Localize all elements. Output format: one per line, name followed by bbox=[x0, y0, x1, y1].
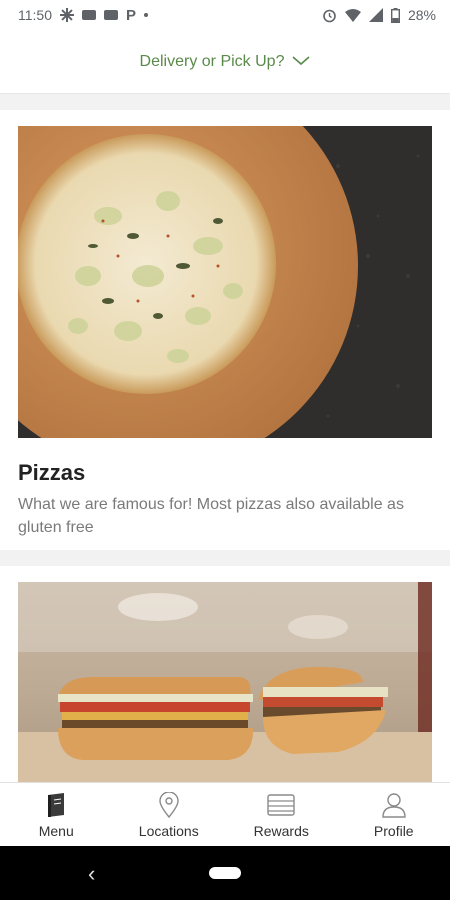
status-left: 11:50 P bbox=[18, 6, 149, 24]
pizza-image bbox=[18, 126, 432, 438]
status-bar: 11:50 P 28% bbox=[0, 0, 450, 30]
nav-item-profile[interactable]: Profile bbox=[338, 783, 450, 846]
pinwheel-notification-icon bbox=[60, 8, 74, 22]
location-pin-icon bbox=[154, 791, 184, 819]
bottom-navigation: Menu Locations Rewards Profile bbox=[0, 782, 450, 846]
wifi-icon bbox=[344, 8, 361, 22]
rewards-icon bbox=[266, 791, 296, 819]
battery-icon bbox=[390, 7, 400, 23]
parking-notification-icon: P bbox=[126, 6, 137, 24]
category-title: Pizzas bbox=[18, 460, 86, 485]
nav-label-rewards: Rewards bbox=[253, 823, 309, 839]
nav-label-locations: Locations bbox=[138, 823, 199, 839]
app-notification-icon-2 bbox=[104, 10, 118, 20]
delivery-pickup-label: Delivery or Pick Up? bbox=[139, 52, 285, 70]
status-time: 11:50 bbox=[18, 7, 52, 23]
more-notifications-dot-icon bbox=[144, 13, 149, 17]
alarm-icon bbox=[322, 8, 337, 23]
home-pill-button[interactable] bbox=[209, 867, 241, 879]
nav-label-menu: Menu bbox=[38, 823, 74, 839]
battery-percent: 28% bbox=[407, 7, 436, 23]
profile-icon bbox=[379, 791, 409, 819]
app-header: Delivery or Pick Up? bbox=[0, 30, 450, 94]
nav-item-menu[interactable]: Menu bbox=[0, 783, 113, 846]
menu-category-card-pizzas[interactable]: Pizzas What we are famous for! Most pizz… bbox=[0, 110, 450, 550]
nav-item-rewards[interactable]: Rewards bbox=[225, 783, 338, 846]
signal-icon bbox=[368, 8, 383, 22]
status-right: 28% bbox=[322, 7, 436, 23]
back-chevron-icon[interactable]: ‹ bbox=[88, 861, 95, 887]
nav-label-profile: Profile bbox=[373, 823, 414, 839]
sandwich-image bbox=[18, 582, 432, 782]
delivery-pickup-selector[interactable]: Delivery or Pick Up? bbox=[140, 53, 311, 71]
menu-category-list[interactable]: Pizzas What we are famous for! Most pizz… bbox=[0, 94, 450, 782]
nav-item-locations[interactable]: Locations bbox=[113, 783, 226, 846]
system-navigation-bar: ‹ bbox=[0, 846, 450, 900]
menu-book-icon bbox=[41, 791, 71, 819]
chevron-down-icon bbox=[292, 53, 310, 71]
menu-category-card-sandwiches[interactable] bbox=[0, 566, 450, 782]
category-description: What we are famous for! Most pizzas also… bbox=[18, 496, 404, 536]
app-notification-icon bbox=[82, 10, 96, 20]
